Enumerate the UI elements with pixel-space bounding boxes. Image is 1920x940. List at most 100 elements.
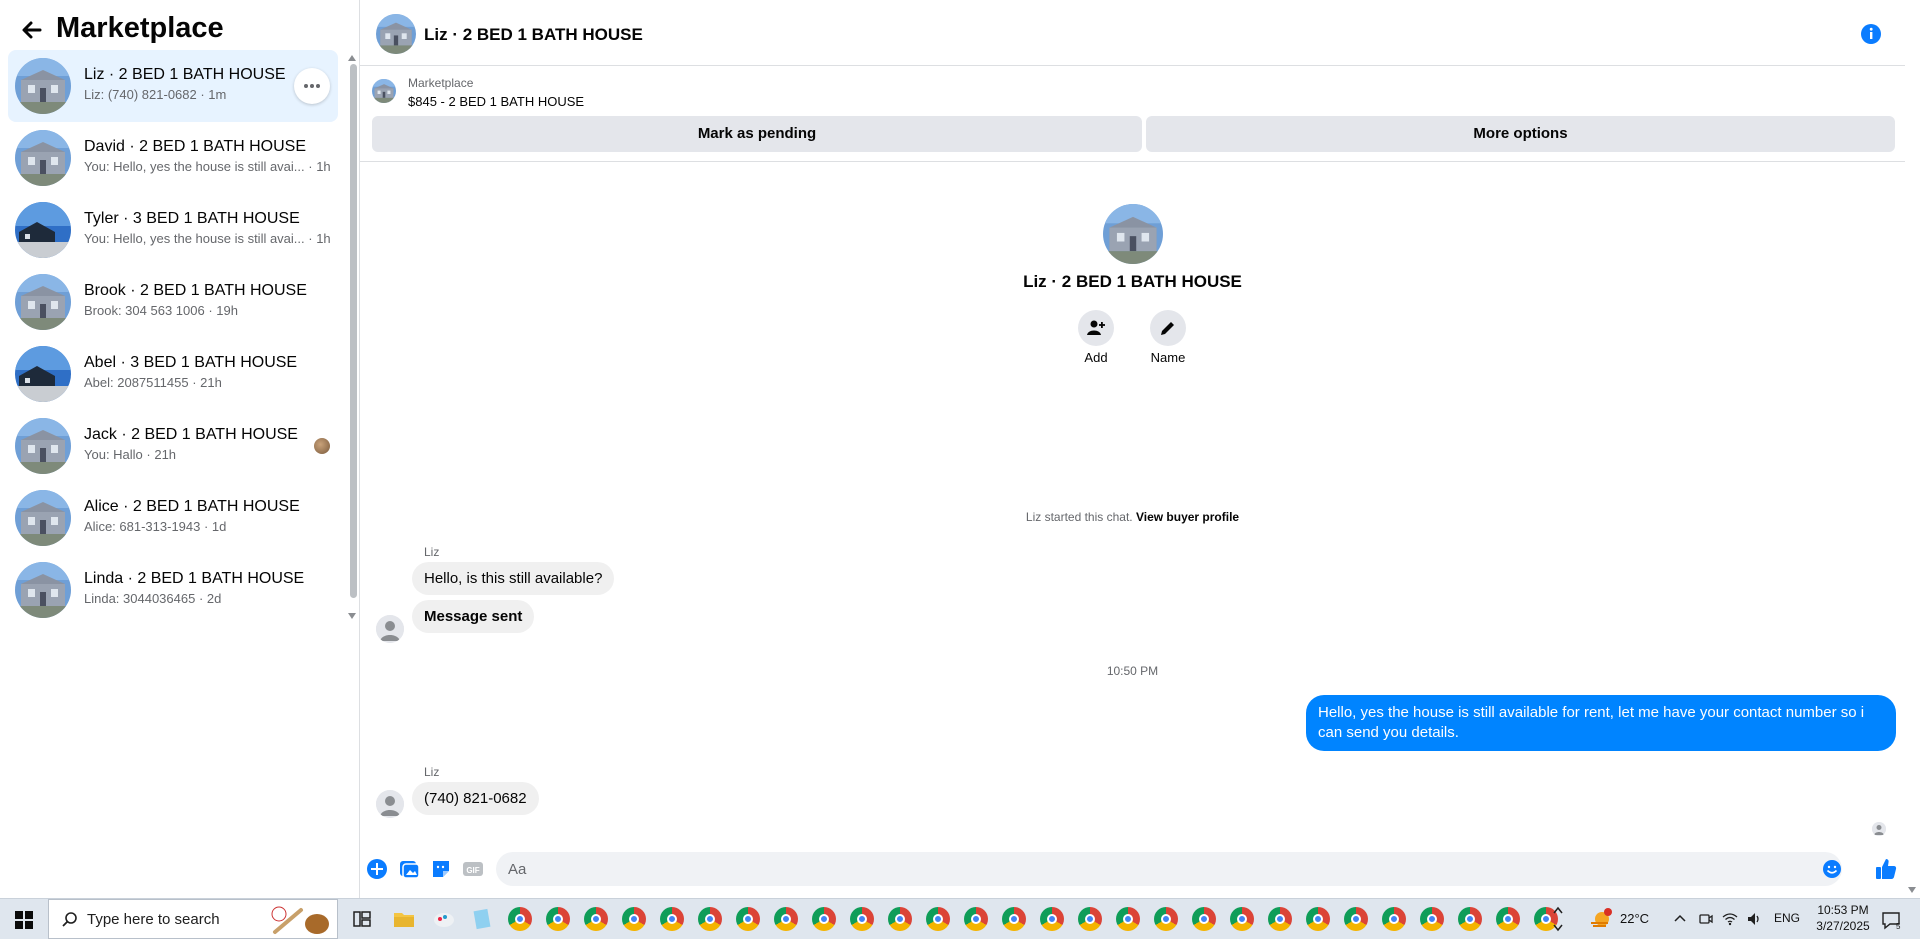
conversation-name: Liz · 2 BED 1 BATH HOUSE: [84, 66, 286, 83]
taskbar-scroll-icon[interactable]: [1552, 903, 1564, 935]
back-arrow-icon[interactable]: [18, 16, 46, 44]
chrome-icon[interactable]: [1040, 907, 1064, 931]
chrome-icon[interactable]: [1192, 907, 1216, 931]
chrome-icon[interactable]: [1420, 907, 1444, 931]
incoming-message[interactable]: Message sent: [412, 600, 535, 633]
meet-now-icon[interactable]: [1698, 911, 1714, 927]
chat-panel: Liz · 2 BED 1 BATH HOUSE Marketplace $84…: [360, 0, 1920, 898]
message-input[interactable]: [496, 852, 1842, 886]
more-options-button[interactable]: [294, 68, 330, 104]
gif-icon[interactable]: GIF: [462, 858, 484, 880]
notification-icon[interactable]: 5: [1880, 909, 1902, 931]
name-label: Name: [1150, 350, 1186, 365]
chrome-icon[interactable]: [622, 907, 646, 931]
conversation-name: Tyler · 3 BED 1 BATH HOUSE: [84, 210, 300, 227]
conversation-item-abel[interactable]: Abel · 3 BED 1 BATH HOUSE Abel: 20875114…: [8, 338, 338, 410]
scroll-down-arrow-icon[interactable]: [347, 612, 357, 620]
conversation-preview: You: Hello, yes the house is still avai.…: [84, 231, 331, 246]
windows-start-icon[interactable]: [0, 899, 48, 940]
thumbs-up-icon[interactable]: [1874, 857, 1898, 881]
info-icon[interactable]: [1860, 23, 1882, 45]
weather-icon[interactable]: [1588, 907, 1614, 931]
view-buyer-profile-link[interactable]: View buyer profile: [1136, 510, 1239, 524]
chrome-icon[interactable]: [774, 907, 798, 931]
chrome-icon[interactable]: [964, 907, 988, 931]
file-explorer-icon[interactable]: [392, 907, 416, 931]
volume-icon[interactable]: [1746, 911, 1762, 927]
baseball-glove-icon: [271, 906, 329, 934]
clock[interactable]: 10:53 PM 3/27/2025: [1798, 902, 1888, 934]
profile-avatar[interactable]: [1103, 204, 1163, 264]
conversation-preview: You: Hello, yes the house is still avai.…: [84, 159, 331, 174]
conversation-item-david[interactable]: David · 2 BED 1 BATH HOUSE You: Hello, y…: [8, 122, 338, 194]
chrome-icon[interactable]: [926, 907, 950, 931]
chrome-icon[interactable]: [660, 907, 684, 931]
app-icon-notepad[interactable]: [470, 907, 494, 931]
incoming-message[interactable]: (740) 821-0682: [412, 782, 539, 815]
chrome-icon[interactable]: [1496, 907, 1520, 931]
chrome-icon[interactable]: [1306, 907, 1330, 931]
chat-title[interactable]: Liz · 2 BED 1 BATH HOUSE: [424, 25, 643, 45]
chevron-up-icon[interactable]: [1672, 911, 1688, 927]
conversation-item-linda[interactable]: Linda · 2 BED 1 BATH HOUSE Linda: 304403…: [8, 554, 338, 626]
conversation-item-tyler[interactable]: Tyler · 3 BED 1 BATH HOUSE You: Hello, y…: [8, 194, 338, 266]
conversation-sidebar: Marketplace Liz · 2 BED 1 BATH HOUSE Liz…: [0, 0, 360, 898]
chrome-icon[interactable]: [1382, 907, 1406, 931]
add-action[interactable]: Add: [1066, 310, 1126, 365]
listing-avatar: [15, 418, 71, 474]
chrome-icon[interactable]: [850, 907, 874, 931]
conversation-item-jack[interactable]: Jack · 2 BED 1 BATH HOUSE You: Hallo · 2…: [8, 410, 338, 482]
message-composer: GIF: [360, 850, 1920, 890]
chrome-icon[interactable]: [1268, 907, 1292, 931]
chrome-icon[interactable]: [888, 907, 912, 931]
seen-avatar: [314, 438, 330, 454]
sticker-icon[interactable]: [430, 858, 452, 880]
profile-name: Liz · 2 BED 1 BATH HOUSE: [1023, 272, 1242, 291]
chrome-icon[interactable]: [698, 907, 722, 931]
chrome-icon[interactable]: [1230, 907, 1254, 931]
language-indicator[interactable]: ENG: [1774, 911, 1800, 925]
more-dots-icon: [304, 84, 320, 88]
conversation-name: Brook · 2 BED 1 BATH HOUSE: [84, 282, 307, 299]
plus-icon[interactable]: [366, 858, 388, 880]
chrome-icon[interactable]: [1078, 907, 1102, 931]
add-label: Add: [1084, 350, 1108, 365]
listing-title[interactable]: $845 - 2 BED 1 BATH HOUSE: [408, 94, 584, 109]
chrome-icon[interactable]: [546, 907, 570, 931]
photo-icon[interactable]: [398, 858, 420, 880]
mark-as-pending-button[interactable]: Mark as pending: [372, 116, 1142, 152]
conversation-item-liz[interactable]: Liz · 2 BED 1 BATH HOUSE Liz: (740) 821-…: [8, 50, 338, 122]
chrome-icon[interactable]: [812, 907, 836, 931]
listing-avatar: [15, 202, 71, 258]
name-action[interactable]: Name: [1138, 310, 1198, 365]
chat-avatar[interactable]: [376, 14, 416, 54]
scroll-down-arrow-icon[interactable]: [1907, 886, 1917, 894]
sender-avatar[interactable]: [376, 790, 404, 818]
taskbar-search[interactable]: Type here to search: [48, 899, 338, 939]
chrome-icon-active[interactable]: [994, 899, 1034, 939]
outgoing-message[interactable]: Hello, yes the house is still available …: [1306, 695, 1896, 751]
conversation-name: Alice · 2 BED 1 BATH HOUSE: [84, 498, 300, 515]
conversation-item-brook[interactable]: Brook · 2 BED 1 BATH HOUSE Brook: 304 56…: [8, 266, 338, 338]
app-icon-paint[interactable]: [432, 907, 456, 931]
wifi-icon[interactable]: [1722, 911, 1738, 927]
chrome-icon[interactable]: [508, 907, 532, 931]
chrome-icon[interactable]: [1458, 907, 1482, 931]
read-receipt-avatar: [1872, 822, 1886, 836]
chrome-icon[interactable]: [736, 907, 760, 931]
sender-avatar[interactable]: [376, 615, 404, 643]
chrome-icon[interactable]: [1154, 907, 1178, 931]
emoji-icon[interactable]: [1822, 859, 1842, 879]
chrome-icon[interactable]: [1116, 907, 1140, 931]
chrome-icon[interactable]: [584, 907, 608, 931]
notification-count: 5: [1896, 922, 1901, 931]
conversation-item-alice[interactable]: Alice · 2 BED 1 BATH HOUSE Alice: 681-31…: [8, 482, 338, 554]
task-view-icon[interactable]: [350, 907, 374, 931]
chrome-icon[interactable]: [1344, 907, 1368, 931]
more-options-button[interactable]: More options: [1146, 116, 1895, 152]
sidebar-scrollbar[interactable]: [350, 64, 357, 598]
incoming-message[interactable]: Hello, is this still available?: [412, 562, 615, 595]
scroll-up-arrow-icon[interactable]: [347, 54, 357, 62]
temperature[interactable]: 22°C: [1620, 911, 1649, 926]
listing-thumbnail[interactable]: [372, 79, 396, 103]
